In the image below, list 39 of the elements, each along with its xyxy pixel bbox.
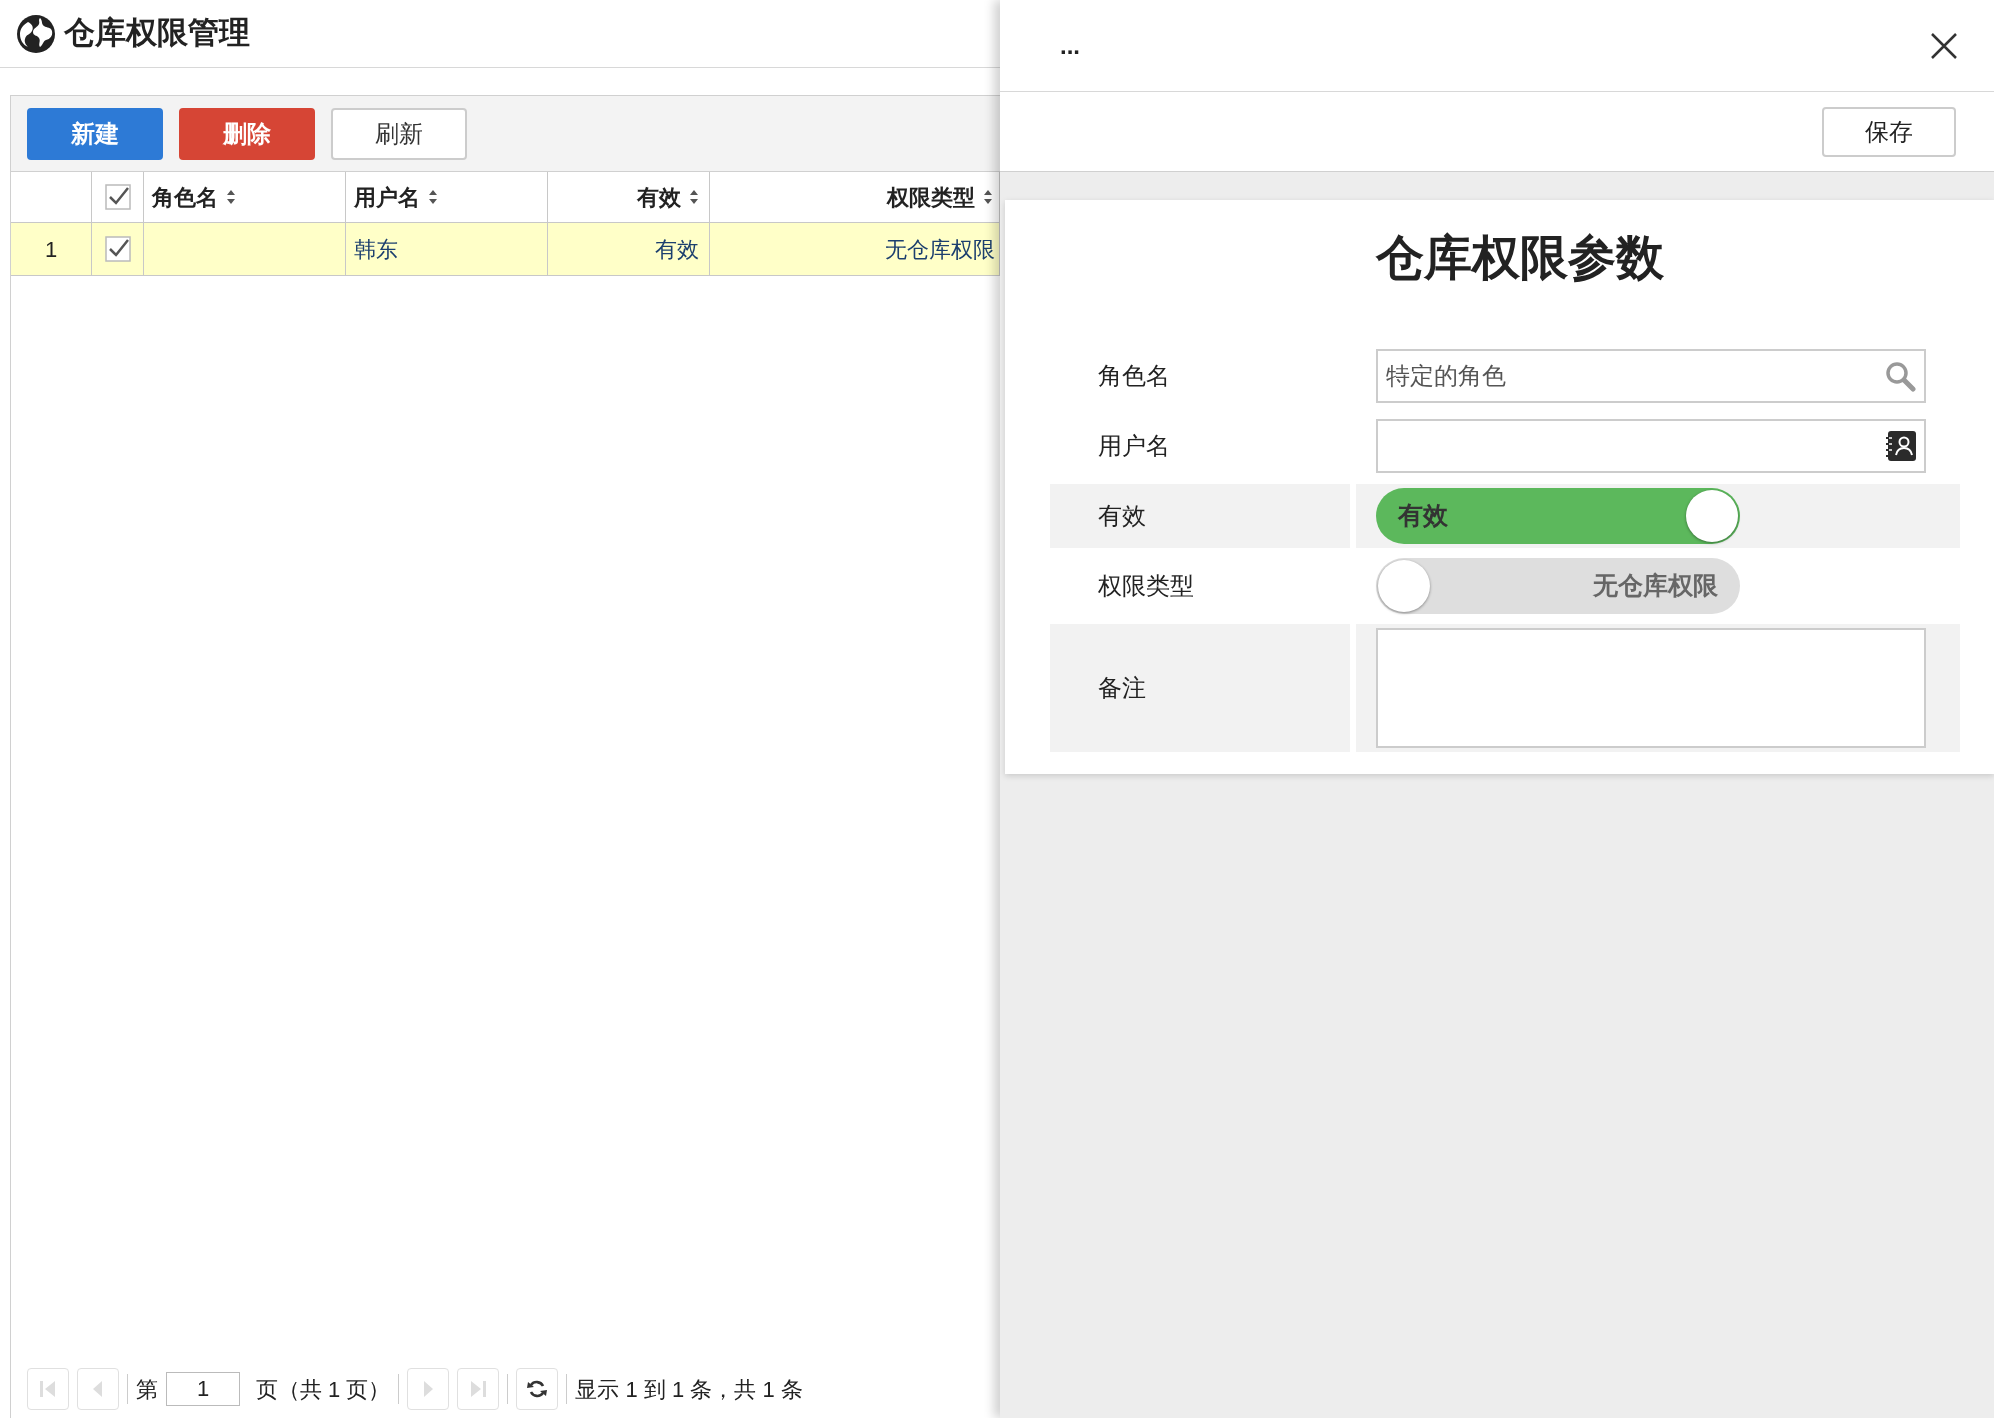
role-search-field[interactable]: 特定的角色	[1376, 349, 1926, 403]
toggle-switch[interactable]: 有效	[1376, 488, 1740, 544]
table-cell: 韩东	[346, 223, 548, 275]
column-header[interactable]: 权限类型	[887, 180, 975, 214]
table-cell: 有效	[548, 223, 710, 275]
refresh-button[interactable]	[516, 1368, 559, 1410]
toolbar-button[interactable]: 刷新	[331, 107, 467, 160]
table-row[interactable]: 1 韩东 有效 无仓库权限	[11, 223, 1000, 276]
panel-title: ...	[1060, 30, 1080, 61]
toolbar-button[interactable]: 删除	[179, 107, 315, 160]
checkbox-checked-icon[interactable]	[104, 236, 131, 262]
toggle-switch[interactable]: 无仓库权限	[1376, 558, 1740, 614]
search-icon[interactable]	[1884, 360, 1916, 392]
sort-icon[interactable]	[983, 189, 993, 205]
field-label: 角色名	[1098, 361, 1170, 391]
column-header[interactable]: 角色名	[152, 180, 218, 214]
row-number: 1	[11, 223, 92, 275]
refresh-icon[interactable]	[526, 1378, 549, 1400]
sort-icon[interactable]	[689, 189, 699, 205]
contact-book-icon[interactable]	[1886, 431, 1916, 461]
field-label: 用户名	[1098, 431, 1170, 461]
toolbar-button[interactable]: 新建	[27, 107, 163, 160]
field-label: 有效	[1098, 501, 1146, 531]
globe-icon	[16, 13, 56, 54]
sort-icon[interactable]	[226, 189, 236, 205]
page-count-label: 页（共 1 页）	[256, 1375, 391, 1404]
user-field[interactable]	[1376, 419, 1926, 473]
column-header[interactable]: 用户名	[354, 180, 420, 214]
sort-icon[interactable]	[428, 189, 438, 205]
field-label: 备注	[1098, 673, 1146, 703]
checkbox-checked-icon[interactable]	[104, 184, 131, 210]
page-input[interactable]: 1	[166, 1372, 240, 1406]
page-title: 仓库权限管理	[64, 14, 250, 53]
page-summary: 显示 1 到 1 条，共 1 条	[575, 1375, 803, 1404]
page-label: 第	[136, 1375, 158, 1404]
column-header[interactable]: 有效	[637, 180, 681, 214]
save-button[interactable]: 保存	[1822, 106, 1956, 157]
form-title: 仓库权限参数	[1374, 230, 1665, 286]
field-label: 权限类型	[1098, 571, 1194, 601]
